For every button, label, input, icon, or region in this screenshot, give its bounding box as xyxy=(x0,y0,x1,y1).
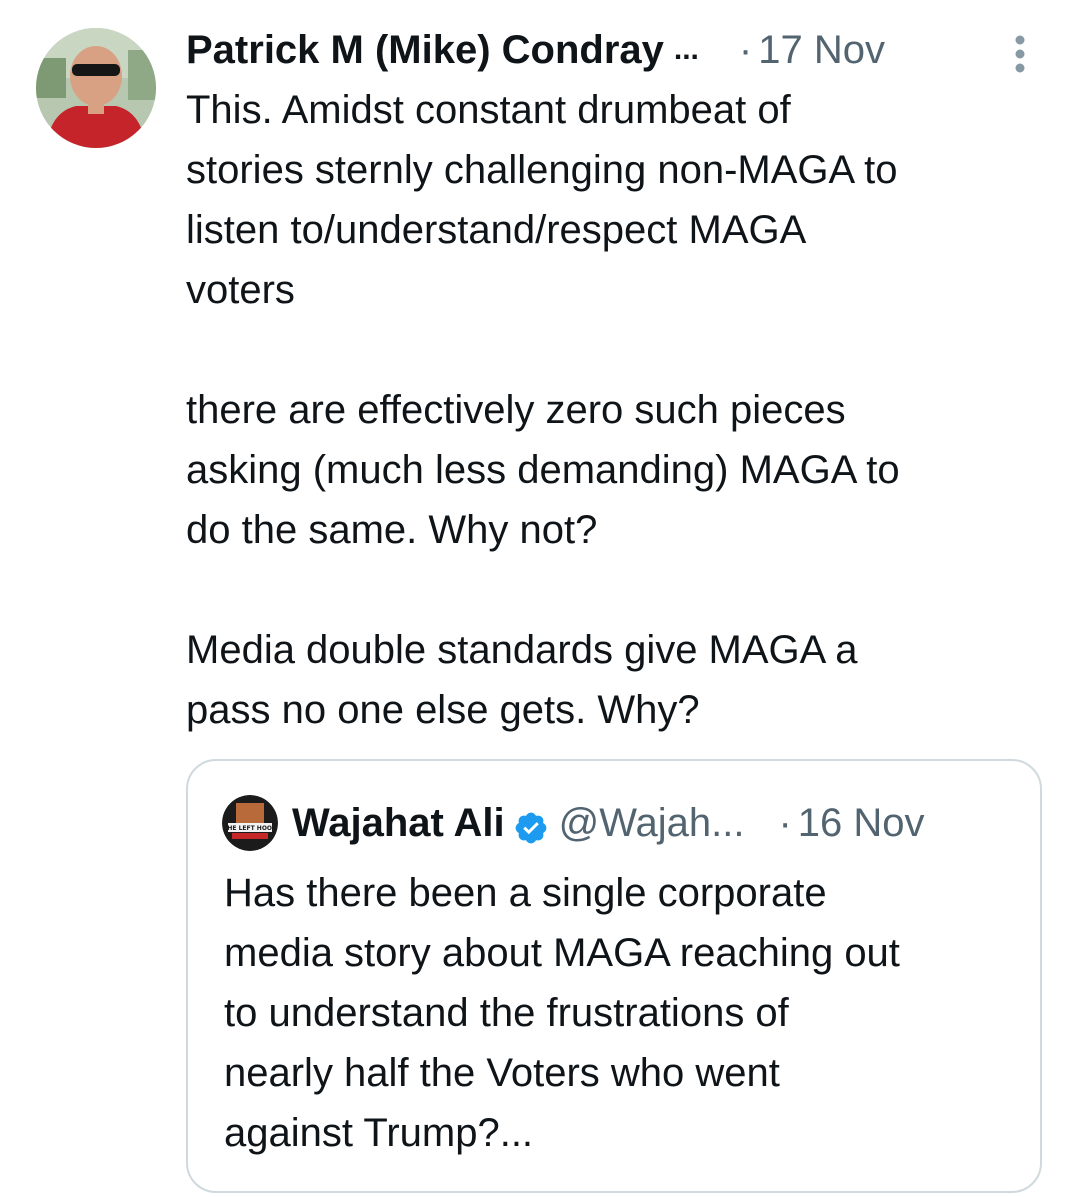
text-line: against Trump?... xyxy=(224,1111,534,1155)
text-line: to understand the frustrations of xyxy=(224,991,789,1035)
author-name[interactable]: Patrick M (Mike) Condray xyxy=(186,22,664,78)
tweet-text: This. Amidst constant drumbeat of storie… xyxy=(186,80,1046,740)
text-line: media story about MAGA reaching out xyxy=(224,931,900,975)
quoted-tweet[interactable]: THE LEFT HOOK Wajahat Ali @Wajah... · 16… xyxy=(186,759,1042,1193)
svg-text:THE LEFT HOOK: THE LEFT HOOK xyxy=(223,825,277,832)
quoted-author-avatar[interactable]: THE LEFT HOOK xyxy=(222,795,278,851)
text-line: This. Amidst constant drumbeat of xyxy=(186,88,791,132)
text-line: voters xyxy=(186,268,295,312)
quoted-author-handle[interactable]: @Wajah... xyxy=(559,795,745,851)
text-line: there are effectively zero such pieces xyxy=(186,388,846,432)
text-line: asking (much less demanding) MAGA to xyxy=(186,448,900,492)
left-hook-logo-icon: THE LEFT HOOK xyxy=(222,795,278,851)
quoted-author-name[interactable]: Wajahat Ali xyxy=(292,795,505,851)
quoted-tweet-header: THE LEFT HOOK Wajahat Ali @Wajah... · 16… xyxy=(222,795,1012,851)
text-line: Media double standards give MAGA a xyxy=(186,628,858,672)
author-avatar[interactable] xyxy=(36,28,156,148)
vertical-ellipsis-icon[interactable] xyxy=(1012,34,1028,74)
quoted-tweet-text: Has there been a single corporate media … xyxy=(224,863,1024,1163)
text-line: Has there been a single corporate xyxy=(224,871,827,915)
tweet-header: Patrick M (Mike) Condray ... · 17 Nov xyxy=(186,22,1046,78)
author-avatar-image xyxy=(36,28,156,148)
text-line: pass no one else gets. Why? xyxy=(186,688,700,732)
text-line: nearly half the Voters who went xyxy=(224,1051,780,1095)
text-line: listen to/understand/respect MAGA xyxy=(186,208,807,252)
tweet[interactable]: Patrick M (Mike) Condray ... · 17 Nov Th… xyxy=(0,0,1080,1197)
text-line: stories sternly challenging non-MAGA to xyxy=(186,148,898,192)
date-separator: · xyxy=(738,28,753,72)
verified-badge-icon xyxy=(513,805,549,844)
quoted-tweet-date[interactable]: 16 Nov xyxy=(798,795,925,851)
tweet-date[interactable]: 17 Nov xyxy=(758,22,885,78)
date-separator: · xyxy=(778,801,792,845)
name-truncation: ... xyxy=(673,33,699,66)
text-line: do the same. Why not? xyxy=(186,508,598,552)
